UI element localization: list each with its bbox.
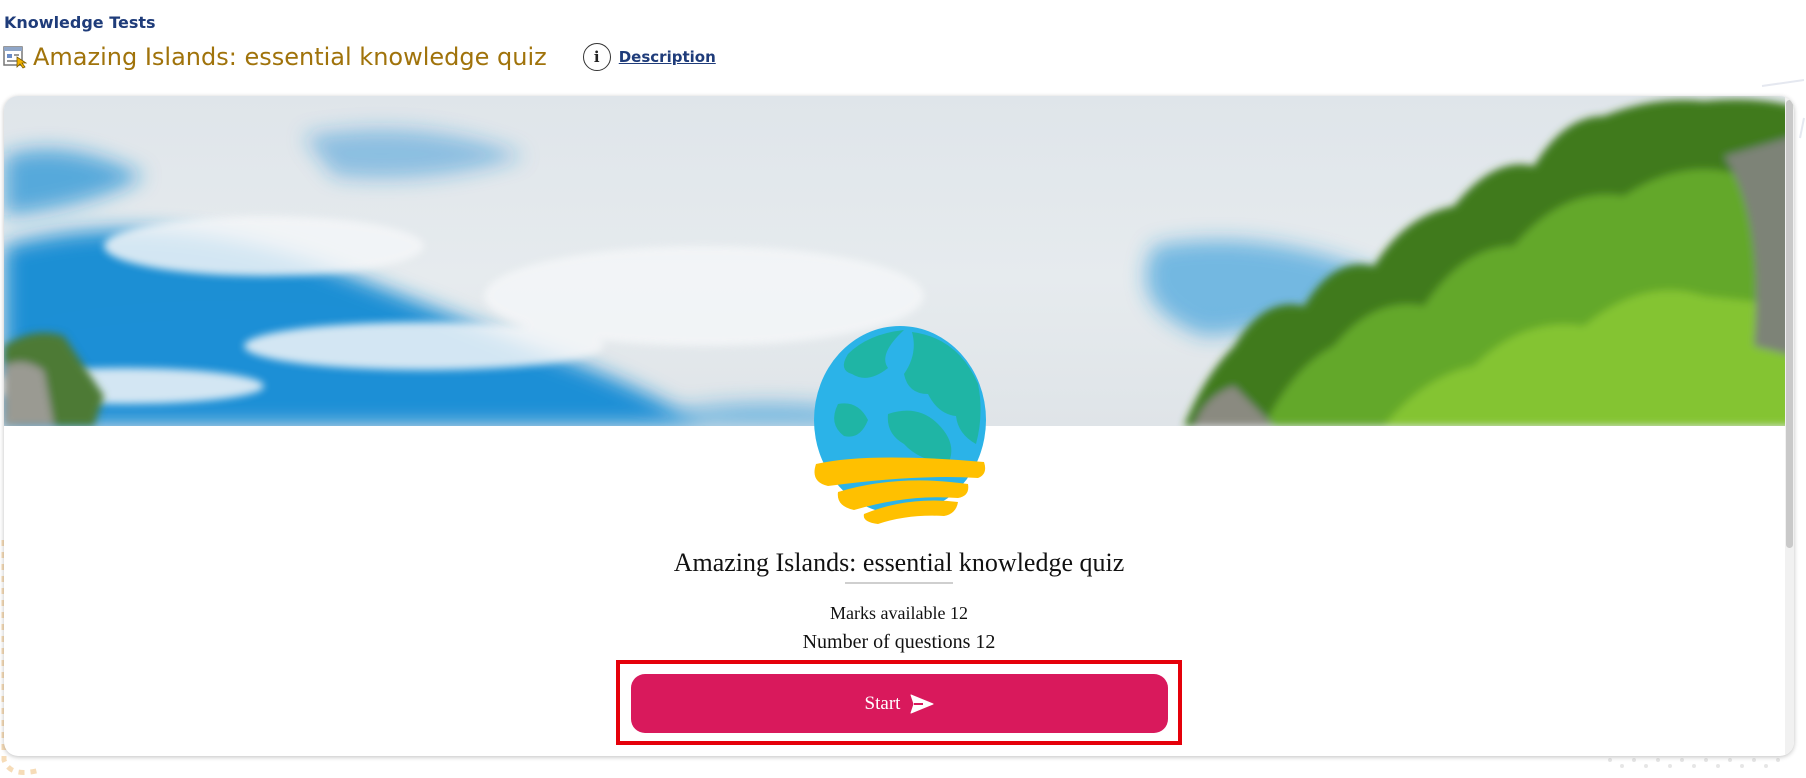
breadcrumb[interactable]: Knowledge Tests xyxy=(4,13,156,32)
start-button-label: Start xyxy=(864,692,901,714)
scrollbar-thumb[interactable] xyxy=(1786,100,1793,548)
title-divider xyxy=(845,582,953,584)
start-button[interactable]: Start xyxy=(631,674,1168,733)
number-of-questions: Number of questions 12 xyxy=(802,631,996,653)
send-arrow-icon xyxy=(910,694,934,713)
page-title: Amazing Islands: essential knowledge qui… xyxy=(33,43,547,71)
marks-available: Marks available 12 xyxy=(830,603,968,623)
globe-logo-icon xyxy=(814,326,986,524)
quiz-title: Amazing Islands: essential knowledge qui… xyxy=(673,548,1125,577)
quiz-page-icon xyxy=(3,45,28,69)
scrollbar[interactable] xyxy=(1785,96,1794,756)
description-link[interactable]: Description xyxy=(619,48,716,66)
page-header: Amazing Islands: essential knowledge qui… xyxy=(3,40,716,74)
info-icon[interactable]: i xyxy=(582,43,611,71)
quiz-card: Amazing Islands: essential knowledge qui… xyxy=(4,96,1794,756)
